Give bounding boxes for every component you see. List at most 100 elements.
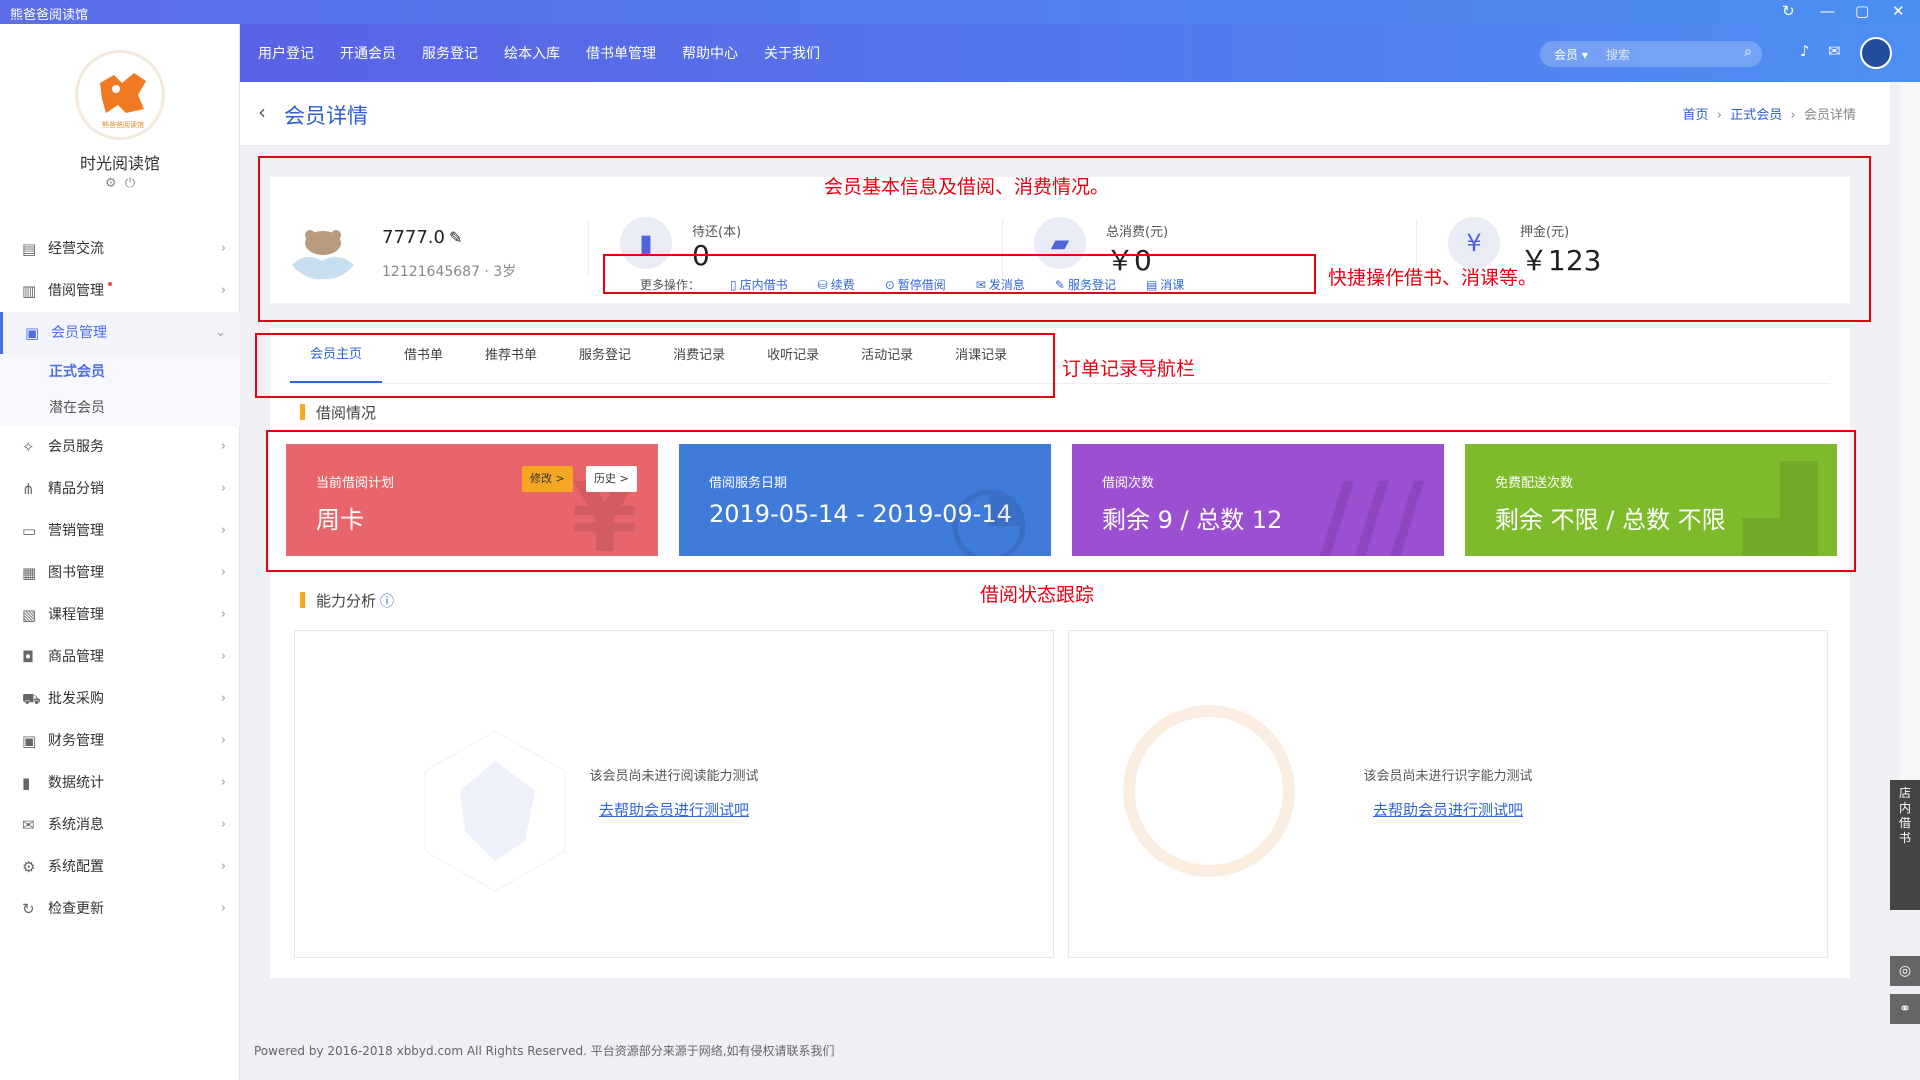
mail-icon: ✉ — [22, 816, 35, 834]
breadcrumb: 首页 › 正式会员 › 会员详情 — [1682, 104, 1856, 123]
search-box[interactable]: 会员 ▾ 搜索 ⌕ — [1540, 41, 1762, 67]
app-title: 熊爸爸阅读馆 — [10, 8, 89, 23]
window-titlebar: 熊爸爸阅读馆 ↻ — ▢ ✕ — [0, 0, 1920, 24]
literacy-test-link[interactable]: 去帮助会员进行测试吧 — [1069, 799, 1827, 820]
top-nav-bar: 用户登记 开通会员 服务登记 绘本入库 借书单管理 帮助中心 关于我们 会员 ▾… — [240, 24, 1920, 82]
chevron-right-icon: › — [220, 817, 226, 832]
chevron-right-icon: › — [220, 283, 226, 298]
section-ability: 能力分析 ⓘ — [300, 590, 394, 611]
sidebar-subitem-formal-members[interactable]: 正式会员 — [0, 354, 240, 390]
sidebar-item-label: 系统消息 — [48, 817, 104, 833]
power-icon[interactable]: ⏻ — [125, 176, 135, 191]
sidebar-item-label: 精品分销 — [48, 481, 104, 497]
topnav-user-register[interactable]: 用户登记 — [258, 43, 314, 63]
search-icon[interactable]: ⌕ — [1744, 44, 1752, 60]
close-icon[interactable]: ✕ — [1892, 2, 1905, 20]
service-icon: ✧ — [22, 438, 35, 456]
shop-logo: 熊爸爸阅读馆 — [75, 50, 165, 140]
course-icon: ▧ — [22, 606, 37, 624]
bag-icon: ◘ — [22, 648, 34, 666]
sidebar: 熊爸爸阅读馆 时光阅读馆 ⚙ ⏻ ▤ 经营交流 › ▥ 借阅管理 › ▣ 会员管理 ⌄ 正式… — [0, 24, 240, 1080]
minimize-icon[interactable]: — — [1820, 2, 1835, 20]
float-bar-label: 店内借书 — [1898, 786, 1911, 845]
sidebar-item-label: 经营交流 — [48, 241, 104, 257]
annotation-quick-ops: 快捷操作借书、消课等。 — [1328, 267, 1538, 289]
breadcrumb-current: 会员详情 — [1803, 108, 1856, 123]
sidebar-item-finance[interactable]: ▣ 财务管理 › — [0, 720, 240, 762]
refresh-icon[interactable]: ↻ — [1782, 2, 1795, 20]
top-nav: 用户登记 开通会员 服务登记 绘本入库 借书单管理 帮助中心 关于我们 — [258, 24, 820, 82]
breadcrumb-separator: › — [1712, 108, 1731, 123]
chevron-right-icon: › — [220, 691, 226, 706]
sidebar-item-label: 课程管理 — [48, 607, 104, 623]
annotation-box-tabs — [255, 333, 1055, 398]
annotation-tabs: 订单记录导航栏 — [1062, 358, 1196, 380]
search-input[interactable]: 搜索 — [1606, 46, 1630, 63]
sidebar-item-business[interactable]: ▤ 经营交流 › — [0, 228, 240, 270]
reading-test-message: 该会员尚未进行阅读能力测试 — [589, 769, 759, 784]
maximize-icon[interactable]: ▢ — [1855, 2, 1869, 20]
chevron-right-icon: › — [220, 775, 226, 790]
chevron-right-icon: › — [220, 523, 226, 538]
bar-chart-icon: ▮ — [22, 774, 31, 792]
bear-logo-icon: 熊爸爸阅读馆 — [79, 54, 162, 137]
topnav-help[interactable]: 帮助中心 — [682, 43, 738, 63]
back-icon[interactable]: ‹ — [258, 100, 266, 124]
user-card-icon: ▣ — [25, 324, 40, 342]
sidebar-item-members[interactable]: ▣ 会员管理 ⌄ — [0, 312, 240, 354]
topnav-open-membership[interactable]: 开通会员 — [340, 43, 396, 63]
sidebar-item-marketing[interactable]: ▭ 营销管理 › — [0, 510, 240, 552]
annotation-box-quick-ops — [603, 254, 1316, 294]
chevron-right-icon: › — [220, 439, 226, 454]
breadcrumb-home[interactable]: 首页 — [1682, 108, 1708, 123]
sidebar-item-messages[interactable]: ✉ 系统消息 › — [0, 804, 240, 846]
refresh-icon: ↻ — [22, 900, 35, 918]
sidebar-subitem-potential-members[interactable]: 潜在会员 — [0, 390, 240, 426]
sidebar-item-borrow[interactable]: ▥ 借阅管理 › — [0, 270, 240, 312]
annotation-box-borrow-status — [266, 430, 1856, 572]
sidebar-item-update[interactable]: ↻ 检查更新 › — [0, 888, 240, 930]
scrollbar[interactable] — [1900, 82, 1920, 780]
topnav-book-stockin[interactable]: 绘本入库 — [504, 43, 560, 63]
sidebar-item-books[interactable]: ▦ 图书管理 › — [0, 552, 240, 594]
link-icon[interactable]: ⚭ — [1890, 994, 1920, 1024]
sidebar-item-label: 检查更新 — [48, 901, 104, 917]
chat-icon: ▤ — [22, 240, 37, 258]
sidebar-item-label: 营销管理 — [48, 523, 104, 539]
mail-icon[interactable]: ✉ — [1828, 42, 1841, 60]
member-detail-panel: 会员主页 借书单 推荐书单 服务登记 消费记录 收听记录 活动记录 消课记录 借… — [270, 328, 1850, 978]
reading-test-link[interactable]: 去帮助会员进行测试吧 — [295, 799, 1053, 820]
sidebar-item-statistics[interactable]: ▮ 数据统计 › — [0, 762, 240, 804]
gear-icon[interactable]: ⚙ — [105, 176, 117, 191]
book-icon: ▥ — [22, 282, 37, 300]
breadcrumb-formal-members[interactable]: 正式会员 — [1730, 108, 1782, 123]
user-avatar[interactable] — [1860, 37, 1892, 69]
sidebar-item-goods[interactable]: ◘ 商品管理 › — [0, 636, 240, 678]
wechat-icon[interactable]: ◎ — [1890, 956, 1920, 986]
float-borrow-button[interactable]: 店内借书 — [1890, 780, 1920, 910]
ticket-icon: ▭ — [22, 522, 37, 540]
svg-text:熊爸爸阅读馆: 熊爸爸阅读馆 — [102, 120, 144, 129]
footer: Powered by 2016-2018 xbbyd.com All Right… — [254, 1044, 835, 1058]
search-category-label: 会员 — [1554, 48, 1579, 62]
sidebar-item-distribution[interactable]: ⋔ 精品分销 › — [0, 468, 240, 510]
search-category-select[interactable]: 会员 ▾ — [1554, 46, 1588, 63]
sidebar-nav: ▤ 经营交流 › ▥ 借阅管理 › ▣ 会员管理 ⌄ 正式会员 潜在会员 ✧ 会员服务 › ⋔ 精… — [0, 228, 240, 930]
chevron-right-icon: › — [220, 859, 226, 874]
bell-icon[interactable]: ♪ — [1800, 42, 1810, 60]
topnav-about[interactable]: 关于我们 — [764, 43, 820, 63]
chevron-right-icon: › — [220, 649, 226, 664]
chevron-right-icon: › — [220, 733, 226, 748]
chevron-down-icon: ⌄ — [215, 325, 226, 340]
notification-dot — [108, 282, 112, 286]
topnav-service-register[interactable]: 服务登记 — [422, 43, 478, 63]
finance-icon: ▣ — [22, 732, 37, 750]
info-icon[interactable]: ⓘ — [380, 594, 394, 610]
sidebar-item-courses[interactable]: ▧ 课程管理 › — [0, 594, 240, 636]
sidebar-item-label: 系统配置 — [48, 859, 104, 875]
sidebar-item-member-service[interactable]: ✧ 会员服务 › — [0, 426, 240, 468]
gauge-placeholder-icon — [1123, 705, 1295, 877]
sidebar-item-settings[interactable]: ⚙ 系统配置 › — [0, 846, 240, 888]
sidebar-item-wholesale[interactable]: ⛟ 批发采购 › — [0, 678, 240, 720]
topnav-borrow-list[interactable]: 借书单管理 — [586, 43, 656, 63]
